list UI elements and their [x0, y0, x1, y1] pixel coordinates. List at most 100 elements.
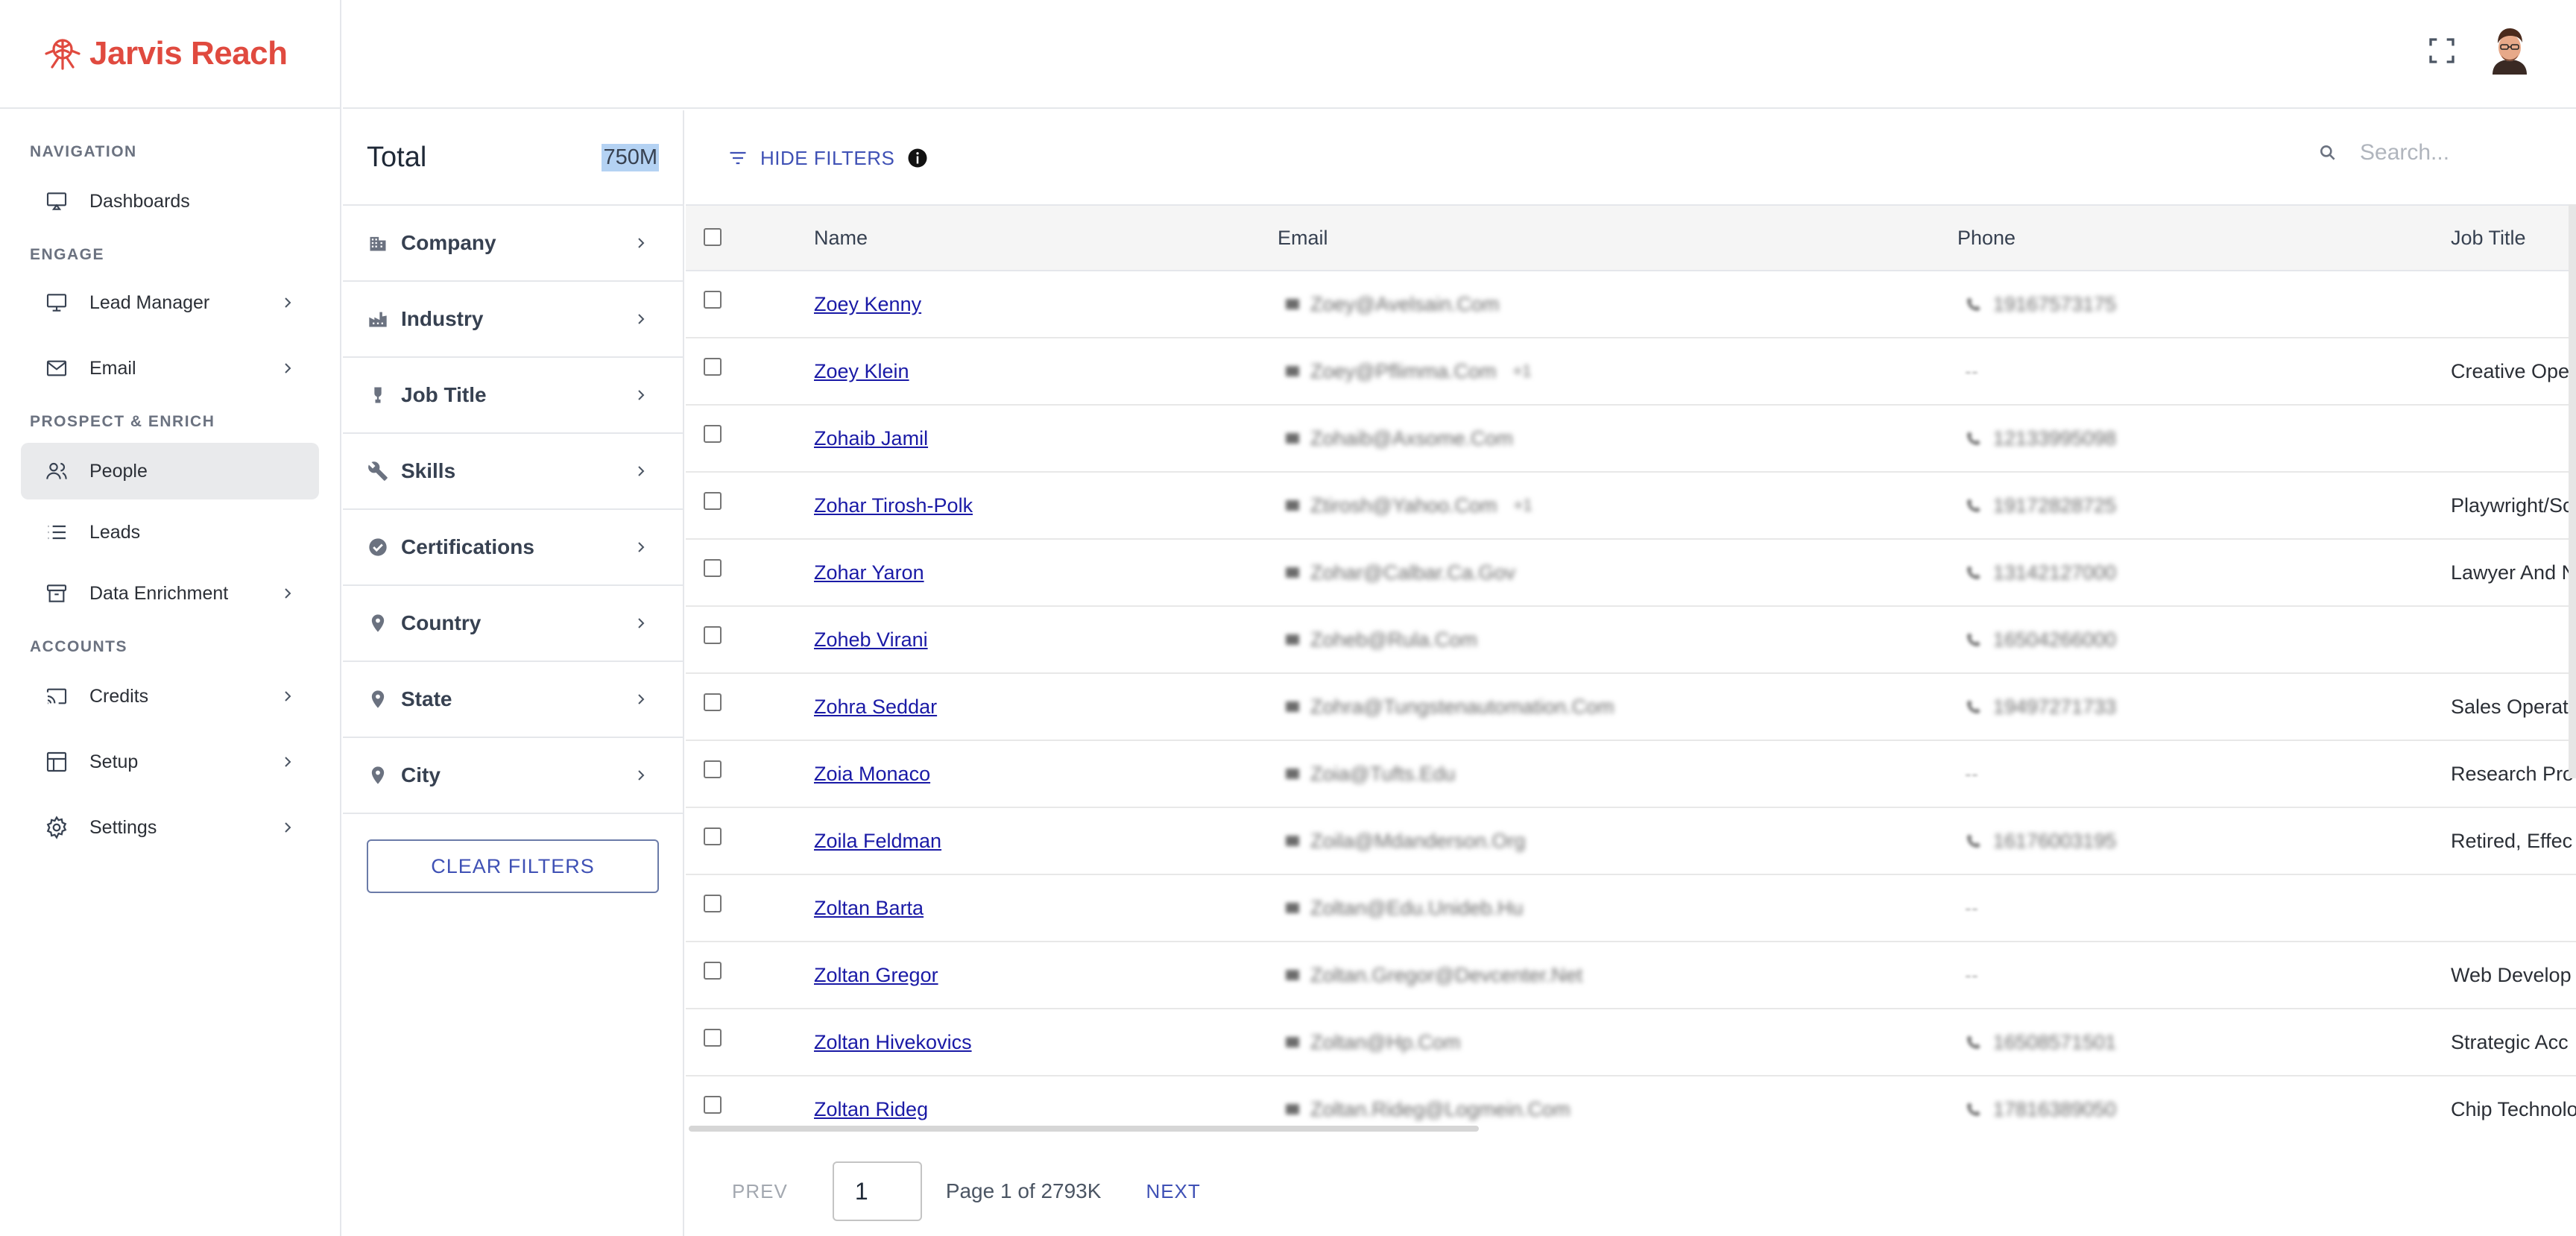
table-row[interactable]: Zoltan Gregor Zoltan.Gregor@Devcenter.Net… [686, 942, 2576, 1009]
table-body: Zoey Kenny Zoey@Avelsain.Com 19167573175 Zo… [686, 271, 2576, 1132]
row-checkbox[interactable] [704, 895, 722, 912]
table-row[interactable]: Zoheb Virani Zoheb@Rula.Com 16504266000 [686, 607, 2576, 674]
column-header-phone[interactable]: Phone [1957, 227, 2015, 250]
table-row[interactable]: Zoia Monaco Zoia@Tufts.Edu -- Research Pro [686, 741, 2576, 808]
info-icon[interactable] [906, 147, 929, 169]
sidebar-item-credits[interactable]: Credits [21, 668, 319, 725]
total-count: 750M [602, 143, 659, 171]
phone-value: 16176003195 [1993, 829, 2117, 852]
sidebar-item-people[interactable]: People [21, 443, 319, 499]
table-row[interactable]: Zoltan Hivekovics Zoltan@Hp.Com 1650857150… [686, 1009, 2576, 1076]
sidebar-item-lead-manager[interactable]: Lead Manager [21, 274, 319, 331]
filter-industry[interactable]: Industry [343, 282, 683, 358]
prev-page-button[interactable]: PREV [732, 1180, 788, 1203]
horizontal-scrollbar[interactable] [689, 1126, 1479, 1132]
person-name-link[interactable]: Zohaib Jamil [814, 427, 928, 450]
clear-filters-button[interactable]: CLEAR FILTERS [367, 839, 659, 893]
row-checkbox[interactable] [704, 827, 722, 845]
hide-filters-button[interactable]: HIDE FILTERS [727, 147, 929, 170]
chevron-right-icon [285, 588, 291, 599]
table-row[interactable]: Zoltan Barta Zoltan@Edu.Unideb.Hu -- [686, 875, 2576, 942]
person-name-link[interactable]: Zohar Tirosh-Polk [814, 494, 973, 517]
sidebar-item-setup[interactable]: Setup [21, 734, 319, 790]
sidebar-item-settings[interactable]: Settings [21, 799, 319, 856]
mail-icon [1286, 1037, 1299, 1047]
row-checkbox[interactable] [704, 760, 722, 778]
logo-brain-icon [45, 39, 80, 70]
person-name-link[interactable]: Zoey Klein [814, 360, 909, 383]
sidebar-item-leads[interactable]: Leads [21, 504, 319, 561]
table-row[interactable]: Zohar Yaron Zohar@Calbar.Ca.Gov 1314212700… [686, 540, 2576, 607]
person-name-link[interactable]: Zoheb Virani [814, 628, 928, 652]
filter-country[interactable]: Country [343, 586, 683, 662]
person-name-link[interactable]: Zoia Monaco [814, 763, 930, 786]
row-checkbox[interactable] [704, 626, 722, 644]
dashboard-icon [43, 188, 70, 215]
person-name-link[interactable]: Zoltan Hivekovics [814, 1031, 972, 1054]
table-row[interactable]: Zohar Tirosh-Polk Ztirosh@Yahoo.Com +1 1917… [686, 473, 2576, 540]
table-row[interactable]: Zohaib Jamil Zohaib@Axsome.Com 12133995098 [686, 406, 2576, 473]
filter-list-icon [730, 151, 746, 165]
sidebar-item-label: Leads [89, 521, 141, 543]
sidebar-item-email[interactable]: Email [21, 340, 319, 397]
row-checkbox[interactable] [704, 962, 722, 980]
phone-cell: 16176003195 [1965, 808, 2116, 874]
fullscreen-icon[interactable] [2427, 36, 2457, 66]
column-header-email[interactable]: Email [1278, 227, 1328, 250]
person-name-link[interactable]: Zoila Feldman [814, 830, 941, 853]
person-name-link[interactable]: Zohar Yaron [814, 561, 924, 584]
column-header-name[interactable]: Name [814, 227, 868, 250]
table-row[interactable]: Zoltan Rideg Zoltan.Rideg@Logmein.Com 1781… [686, 1076, 2576, 1132]
job-title-cell: Retired, Effec [2451, 829, 2573, 852]
table-row[interactable]: Zoey Kenny Zoey@Avelsain.Com 19167573175 [686, 271, 2576, 338]
filter-skills[interactable]: Skills [343, 434, 683, 510]
filter-state[interactable]: State [343, 662, 683, 738]
column-header-job-title[interactable]: Job Title [2451, 227, 2526, 250]
table-row[interactable]: Zoila Feldman Zoila@Mdanderson.Org 1617600… [686, 808, 2576, 875]
email-cell: Zoey@Avelsain.Com [1284, 271, 1516, 337]
search-input[interactable] [2360, 140, 2576, 165]
person-name-link[interactable]: Zoey Kenny [814, 293, 921, 316]
row-checkbox[interactable] [704, 492, 722, 510]
row-checkbox[interactable] [704, 693, 722, 711]
sidebar-item-data-enrichment[interactable]: Data Enrichment [21, 565, 319, 622]
row-checkbox[interactable] [704, 358, 722, 376]
row-checkbox[interactable] [704, 1029, 722, 1047]
vertical-scrollbar[interactable] [2569, 204, 2576, 778]
job-title-cell: Lawyer And N [2451, 561, 2576, 584]
logo[interactable]: Jarvis Reach [0, 0, 340, 109]
mail-icon [1286, 500, 1299, 511]
page-number-input[interactable] [832, 1161, 922, 1221]
row-checkbox[interactable] [704, 1096, 722, 1114]
filter-city[interactable]: City [343, 738, 683, 814]
job-title-cell: Strategic Acc [2451, 1030, 2569, 1053]
sidebar-item-dashboards[interactable]: Dashboards [21, 173, 319, 230]
row-checkbox[interactable] [704, 559, 722, 577]
filter-certifications[interactable]: Certifications [343, 510, 683, 586]
phone-value: 19497271733 [1993, 695, 2117, 718]
select-all-checkbox[interactable] [704, 228, 722, 246]
filter-company[interactable]: Company [343, 206, 683, 282]
chevron-right-icon [638, 314, 645, 324]
name-cell: Zoltan Rideg [814, 1076, 928, 1132]
sidebar-item-label: Dashboards [89, 190, 190, 212]
filter-label: Company [401, 231, 496, 254]
email-cell: Ztirosh@Yahoo.Com +1 [1284, 473, 1532, 538]
person-name-link[interactable]: Zohra Seddar [814, 696, 937, 719]
next-page-button[interactable]: NEXT [1146, 1180, 1200, 1203]
phone-icon [1967, 1035, 1980, 1049]
table-row[interactable]: Zohra Seddar Zohra@Tungstenautomation.Com… [686, 674, 2576, 741]
row-checkbox[interactable] [704, 425, 722, 443]
email-extra-badge: +1 [1513, 496, 1532, 514]
mail-icon [1286, 836, 1299, 846]
row-checkbox[interactable] [704, 291, 722, 309]
filter-job-title[interactable]: Job Title [343, 358, 683, 434]
email-value: Zohar@Calbar.Ca.Gov [1310, 561, 1516, 584]
table-row[interactable]: Zoey Klein Zoey@Pflimma.Com +1 -- Creative O… [686, 338, 2576, 406]
phone-icon [1967, 834, 1980, 848]
person-name-link[interactable]: Zoltan Gregor [814, 964, 938, 987]
avatar[interactable] [2487, 25, 2533, 75]
person-name-link[interactable]: Zoltan Rideg [814, 1098, 928, 1121]
person-name-link[interactable]: Zoltan Barta [814, 897, 924, 920]
phone-value: 16504266000 [1993, 628, 2117, 651]
